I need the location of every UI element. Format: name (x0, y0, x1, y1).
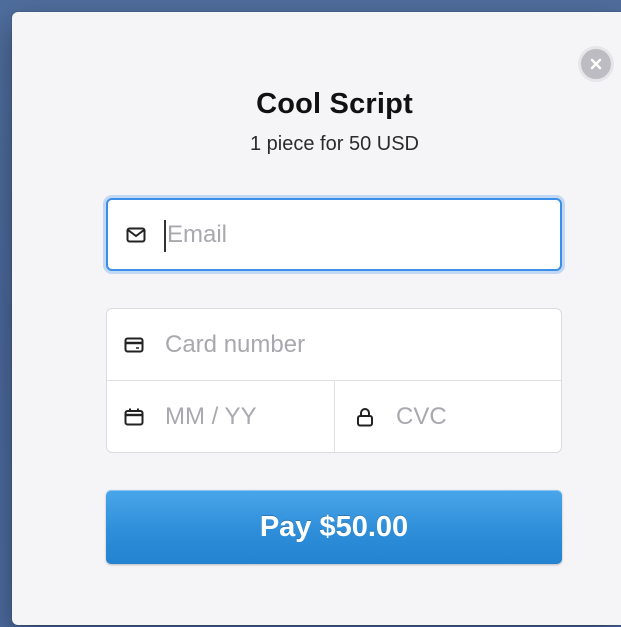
envelope-icon (125, 224, 147, 246)
product-subtitle: 1 piece for 50 USD (250, 133, 419, 155)
pay-button[interactable]: Pay $50.00 (106, 490, 562, 564)
expiry-input[interactable] (165, 381, 324, 452)
email-input[interactable] (167, 200, 550, 269)
close-button[interactable] (578, 46, 614, 82)
credit-card-icon (123, 334, 145, 356)
cvc-input[interactable] (396, 381, 552, 452)
cvc-field[interactable] (335, 381, 561, 452)
card-number-input[interactable] (165, 309, 551, 380)
text-caret (164, 220, 166, 252)
close-icon (590, 58, 602, 70)
card-number-field[interactable] (107, 309, 561, 381)
card-details-group (106, 308, 562, 453)
email-field[interactable] (106, 198, 562, 271)
checkout-modal: Cool Script 1 piece for 50 USD Email Car… (12, 12, 621, 625)
lock-icon (354, 406, 376, 428)
product-title: Cool Script (256, 88, 413, 120)
expiry-field[interactable] (107, 381, 335, 452)
calendar-icon (123, 406, 145, 428)
